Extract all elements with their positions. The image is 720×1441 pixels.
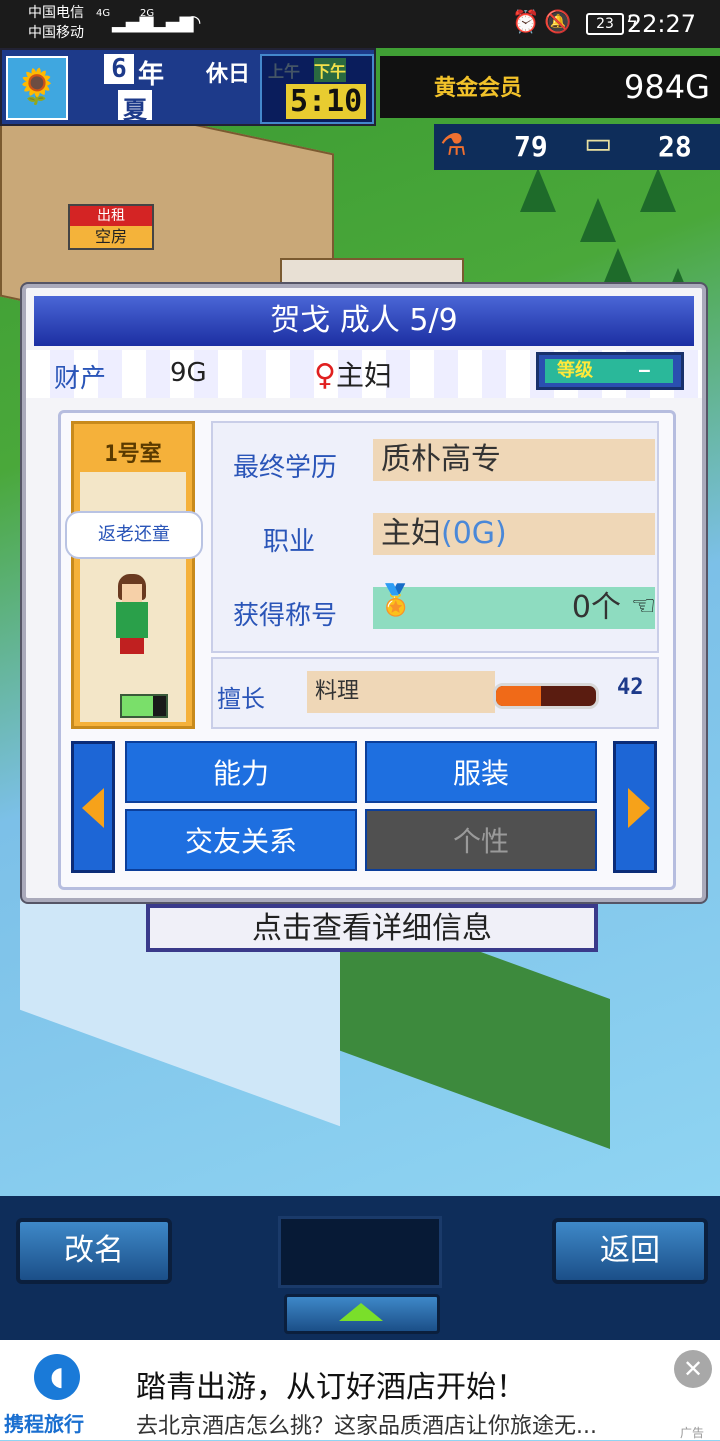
title-label: 获得称号 [233,601,338,631]
year-unit: 年 [138,60,165,90]
money-value: 984G [624,68,710,106]
tree-icon [640,168,676,212]
skill-bar [493,683,599,709]
female-icon: ♀ [314,358,336,393]
carrier-1: 中国电信 [28,5,84,21]
right-arrow-icon [628,788,650,828]
alarm-icon: ⏰ [512,10,540,35]
carrier-2: 中国移动 [28,25,84,41]
room-interior [80,472,186,722]
job-value-box: 主妇(0G) [373,513,655,555]
ad-brand: 携程旅行 [4,1412,84,1436]
skill-level: 42 [617,675,644,700]
bottom-bar: 改名 返回 [0,1196,720,1340]
room-card: 1号室 [71,421,195,729]
year-number: 6 [104,54,134,84]
close-icon[interactable]: ✕ [674,1350,712,1388]
ad-subline: 去北京酒店怎么挑？这家品质酒店让你旅途无... [136,1414,597,1439]
assets-row: 财产 9G ♀主妇 等级 — [26,350,702,398]
left-arrow-icon [82,788,104,828]
rename-button[interactable]: 改名 [16,1218,172,1284]
back-button[interactable]: 返回 [552,1218,708,1284]
medal-icon: 🏅 [377,583,415,618]
resident-dialog: 贺戈 成人 5/9 财产 9G ♀主妇 等级 — 1号室 返老还童 最终学历 质… [22,284,706,902]
game-clock: 5:10 [286,84,367,119]
grade-value: — [639,360,650,381]
title-count[interactable]: 0个 [373,587,655,629]
ticket-count: 28 [658,130,692,163]
job-label: 职业 [263,527,316,557]
center-slot [278,1216,442,1288]
view-details-button[interactable]: 点击查看详细信息 [146,904,598,952]
character-sprite [106,574,158,656]
job-value: 主妇 [381,516,441,551]
skill-bar-fill [496,686,541,706]
wifi-icon: ◠ [184,10,202,34]
status-bar: 中国电信 中国移动 4G ▂▄▆ 2G ▂▄▆ ◠ ⏰ 🔕 23 ϟ 22:27 [0,0,720,48]
education-value: 质朴高专 [373,439,655,481]
rent-sign-top: 出租 [70,206,152,226]
job-salary: (0G) [441,516,507,551]
room-label: 1号室 [104,442,162,467]
pointer-hand-icon: ☜ [631,589,657,622]
time-box: 上午 下午 5:10 [260,54,374,124]
resource-panel: ⚗ 79 ▭ 28 [434,124,720,170]
assets-value: 9G [170,358,207,388]
money-panel: 黄金会员 984G [380,56,720,118]
battery-indicator: 23 [586,13,624,35]
am-label: 上午 [268,62,301,81]
education-label: 最终学历 [233,453,338,483]
tab-personality[interactable]: 个性 [365,809,597,871]
flask-icon: ⚗ [440,128,467,163]
sunflower-icon: 🌻 [6,56,68,120]
pm-label: 下午 [314,58,347,82]
info-grid: 最终学历 质朴高专 职业 主妇(0G) 获得称号 0个 🏅 ☜ [211,421,659,653]
battery-energy-icon [120,694,168,718]
network-1: 4G [96,8,111,19]
detail-panel: 1号室 返老还童 最终学历 质朴高专 职业 主妇(0G) 获得称号 0个 � [58,410,676,890]
clock: 22:27 [626,10,696,38]
skill-label: 擅长 [217,685,265,713]
assets-label: 财产 [54,364,107,394]
tab-friends[interactable]: 交友关系 [125,809,357,871]
gold-member-label: 黄金会员 [434,76,523,101]
mute-icon: 🔕 [544,10,572,35]
ad-tag: 广告 [680,1426,705,1440]
grade-label: 等级 [557,360,593,381]
expand-button[interactable] [284,1294,440,1334]
ticket-icon: ▭ [584,126,613,161]
tab-ability[interactable]: 能力 [125,741,357,803]
calendar-panel: 🌻 6 年 休日 夏 上午 下午 5:10 [0,48,376,126]
up-arrow-icon [339,1303,383,1321]
holiday-label: 休日 [206,62,251,87]
grade-button[interactable]: 等级 — [536,352,684,390]
ad-banner[interactable]: ◖ 携程旅行 踏青出游，从订好酒店开始！ 去北京酒店怎么挑？这家品质酒店让你旅途… [0,1340,720,1440]
research-points: 79 [514,130,548,163]
ad-headline: 踏青出游，从订好酒店开始！ [136,1370,526,1405]
dialog-title: 贺戈 成人 5/9 [34,296,694,346]
season-label: 夏 [118,90,152,124]
next-arrow-button[interactable] [613,741,657,873]
tree-icon [520,168,556,212]
tab-clothing[interactable]: 服装 [365,741,597,803]
tree-icon [580,198,616,242]
rent-sign[interactable]: 出租 空房 [68,204,154,250]
job-short: 主妇 [335,359,392,392]
speech-bubble: 返老还童 [65,511,203,559]
skill-value: 料理 [307,671,495,713]
prev-arrow-button[interactable] [71,741,115,873]
job-summary: ♀主妇 [314,354,392,394]
dolphin-logo-icon: ◖ [34,1354,80,1400]
rent-sign-bottom: 空房 [70,226,152,248]
